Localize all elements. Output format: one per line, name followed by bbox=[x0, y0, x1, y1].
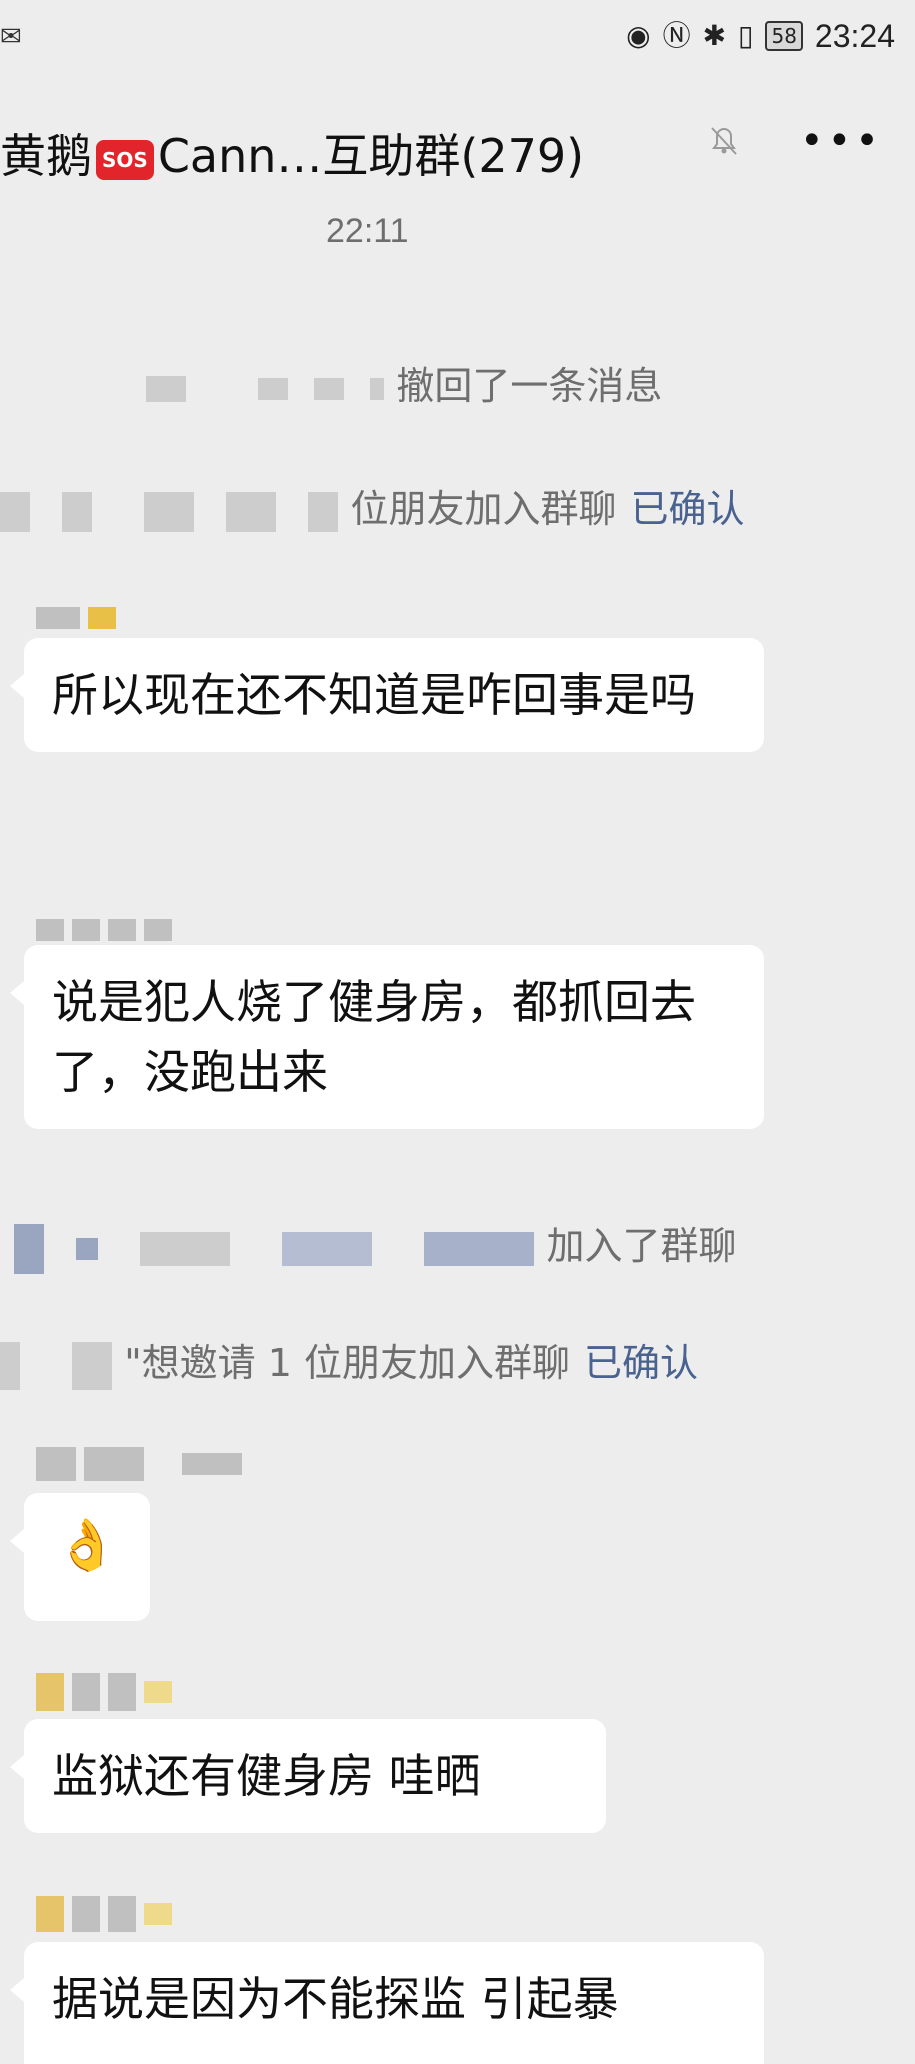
blurred-name bbox=[0, 491, 30, 532]
blurred-name bbox=[72, 1341, 113, 1390]
blurred-name bbox=[76, 1237, 99, 1260]
blurred-name bbox=[0, 1341, 20, 1390]
system-message-joined: 加入了群聊 bbox=[14, 1215, 736, 1274]
sender-name-blurred bbox=[36, 1896, 172, 1932]
bell-muted-icon[interactable] bbox=[704, 120, 744, 160]
blurred-name bbox=[62, 491, 93, 532]
bluetooth-icon: ✱ bbox=[702, 19, 727, 52]
vibrate-icon: ▯ bbox=[738, 19, 754, 52]
blurred-pixel bbox=[108, 1896, 136, 1932]
message-timestamp: 22:11 bbox=[326, 212, 409, 250]
message-bubble[interactable]: 监狱还有健身房 哇晒 bbox=[10, 1719, 606, 1833]
system-message-text: "想邀请 1 位朋友加入群聊 bbox=[124, 1341, 571, 1385]
blurred-pixel bbox=[144, 1903, 172, 1925]
blurred-name bbox=[370, 377, 385, 400]
clock: 23:24 bbox=[814, 17, 895, 54]
blurred-name bbox=[144, 491, 195, 532]
blurred-name bbox=[146, 375, 186, 402]
blurred-pixel bbox=[72, 919, 100, 941]
eye-icon: ◉ bbox=[626, 19, 651, 52]
blurred-name bbox=[282, 1231, 373, 1266]
blurred-pixel bbox=[36, 1673, 64, 1711]
status-bar: ✉ ◉ Ⓝ ✱ ▯ 58 23:24 bbox=[0, 0, 915, 72]
title-prefix: 黄鹅 bbox=[0, 129, 92, 183]
chat-title[interactable]: 黄鹅 SOS Cann…互助群(279) bbox=[0, 120, 584, 186]
message-bubble[interactable]: 所以现在还不知道是咋回事是吗 bbox=[10, 638, 764, 752]
message-bubble[interactable]: 说是犯人烧了健身房，都抓回去了，没跑出来 bbox=[10, 945, 764, 1129]
system-message-recall: 撤回了一条消息 bbox=[146, 355, 662, 410]
system-message-text: 位朋友加入群聊 bbox=[350, 487, 617, 531]
system-message-join-invite: 位朋友加入群聊 已确认 bbox=[0, 478, 745, 533]
chat-header: 黄鹅 SOS Cann…互助群(279) bbox=[0, 100, 915, 210]
system-message-invite: "想邀请 1 位朋友加入群聊 已确认 bbox=[0, 1332, 698, 1390]
confirmed-link[interactable]: 已确认 bbox=[584, 1341, 698, 1385]
mail-icon: ✉ bbox=[0, 22, 22, 52]
confirmed-link[interactable]: 已确认 bbox=[630, 487, 744, 531]
blurred-pixel bbox=[36, 1896, 64, 1932]
blurred-pixel bbox=[108, 919, 136, 941]
blurred-name bbox=[424, 1231, 535, 1266]
blurred-pixel bbox=[88, 607, 116, 629]
blurred-pixel bbox=[182, 1453, 242, 1475]
blurred-name bbox=[14, 1223, 44, 1274]
blurred-pixel bbox=[72, 1896, 100, 1932]
blurred-name bbox=[140, 1231, 231, 1266]
blurred-pixel bbox=[36, 607, 80, 629]
system-message-text: 撤回了一条消息 bbox=[396, 364, 663, 408]
blurred-pixel bbox=[144, 919, 172, 941]
title-suffix: Cann…互助群(279) bbox=[157, 129, 585, 183]
blurred-pixel bbox=[84, 1447, 144, 1481]
sender-name-blurred bbox=[36, 1447, 242, 1481]
blurred-name bbox=[258, 377, 289, 400]
blurred-pixel bbox=[108, 1673, 136, 1711]
battery-indicator: 58 bbox=[765, 21, 803, 51]
system-message-text: 加入了群聊 bbox=[546, 1224, 737, 1268]
blurred-pixel bbox=[72, 1673, 100, 1711]
blurred-name bbox=[314, 377, 345, 400]
more-options-button[interactable]: ••• bbox=[800, 118, 883, 164]
sos-icon: SOS bbox=[96, 139, 154, 180]
blurred-name bbox=[308, 491, 339, 532]
message-bubble-emoji[interactable]: 👌 bbox=[10, 1493, 150, 1621]
blurred-pixel bbox=[36, 919, 64, 941]
message-bubble[interactable]: 据说是因为不能探监 引起暴 bbox=[10, 1942, 764, 2064]
sender-name-blurred bbox=[36, 604, 116, 632]
blurred-pixel bbox=[36, 1447, 76, 1481]
blurred-name bbox=[226, 491, 277, 532]
sender-name-blurred bbox=[36, 916, 172, 944]
sender-name-blurred bbox=[36, 1673, 172, 1711]
blurred-pixel bbox=[144, 1681, 172, 1703]
nfc-icon: Ⓝ bbox=[662, 19, 691, 52]
